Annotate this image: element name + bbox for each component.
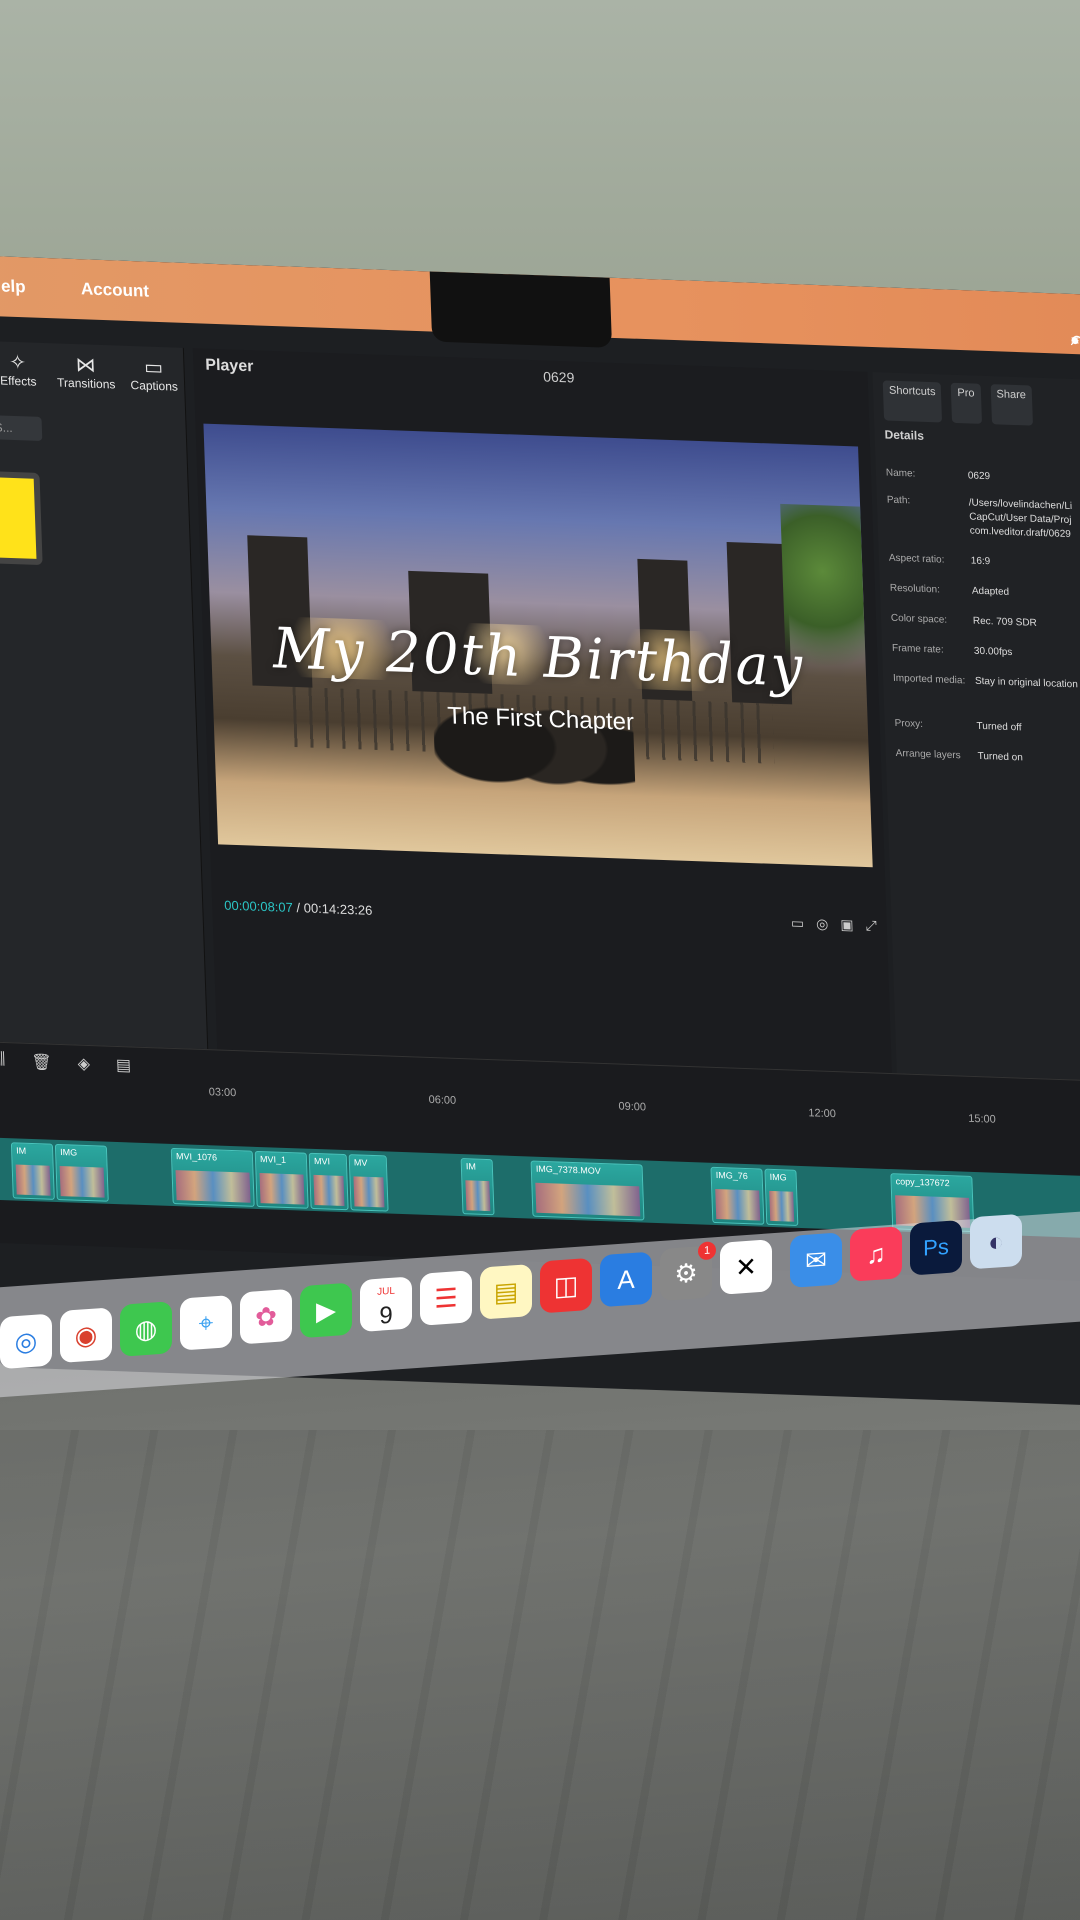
- clip-thumbnail: [769, 1190, 795, 1222]
- menu-account[interactable]: Account: [81, 279, 150, 301]
- maps-icon[interactable]: ⌖: [180, 1294, 232, 1351]
- photo-booth-icon[interactable]: ◫: [540, 1257, 592, 1314]
- captions-icon: ▭: [143, 356, 164, 380]
- clip-thumbnail: [353, 1176, 385, 1208]
- player-title: Player: [205, 356, 254, 376]
- snapshot-icon[interactable]: ◎: [816, 915, 829, 932]
- effects-icon: ✧: [8, 351, 27, 375]
- timeline-clip[interactable]: IMG: [54, 1143, 109, 1202]
- clip-thumbnail: [259, 1173, 305, 1205]
- project-name: 0629: [542, 368, 575, 386]
- timeline-clip[interactable]: IMG_7378.MOV: [530, 1160, 645, 1221]
- pro-button[interactable]: Pro: [951, 382, 982, 424]
- timeline-tools: ⫼ 🗑 ◈ ▤: [0, 1051, 131, 1076]
- photos-icon[interactable]: ✿: [240, 1288, 292, 1345]
- player-panel: Player 0629 My 20th Birthday The First C…: [192, 348, 892, 1074]
- fullscreen-icon[interactable]: ⤢: [865, 917, 877, 934]
- keyboard: [0, 1430, 1080, 1920]
- detail-row: Frame rate: 30.00fps: [891, 642, 1013, 659]
- detail-row: Color space: Rec. 709 SDR: [890, 612, 1037, 629]
- video-preview[interactable]: My 20th Birthday The First Chapter: [203, 423, 873, 868]
- timeline-clip[interactable]: IMG_76: [710, 1166, 765, 1225]
- clip-thumbnail: [15, 1164, 51, 1196]
- details-heading: Details: [884, 427, 925, 443]
- timeline-clip[interactable]: IM: [10, 1142, 55, 1200]
- capcut-icon[interactable]: ✕: [720, 1239, 772, 1295]
- share-button[interactable]: Share: [990, 384, 1033, 426]
- chrome-icon[interactable]: ◉: [60, 1307, 112, 1364]
- detail-row: Aspect ratio: 16:9: [888, 552, 991, 568]
- system-settings-icon[interactable]: ⚙ 1: [660, 1241, 716, 1302]
- notification-badge: 1: [698, 1241, 716, 1261]
- ruler-tick: 06:00: [428, 1093, 457, 1107]
- ruler-tick: 15:00: [968, 1112, 997, 1126]
- clip-thumbnail: [175, 1170, 251, 1203]
- notes-icon[interactable]: ▤: [480, 1264, 532, 1320]
- delete-icon[interactable]: 🗑: [31, 1052, 52, 1073]
- detail-row: Resolution: Adapted: [889, 582, 1010, 598]
- ruler-tick: 03:00: [208, 1086, 237, 1100]
- caption-tool-icon[interactable]: ▤: [116, 1055, 132, 1076]
- screen-share-icon[interactable]: ◐: [970, 1213, 1022, 1270]
- tool-captions[interactable]: ▭ Captions: [119, 356, 188, 394]
- ruler-tick: 09:00: [618, 1100, 647, 1114]
- safari-icon[interactable]: ◎: [0, 1313, 52, 1370]
- detail-row: Imported media: Stay in original location: [892, 672, 1078, 691]
- calendar-icon[interactable]: JUL 9: [360, 1276, 412, 1333]
- control-center-icon[interactable]: ≡: [1071, 332, 1080, 348]
- marker-icon[interactable]: ◈: [77, 1054, 90, 1074]
- media-thumbnail[interactable]: [0, 470, 43, 566]
- detail-row: Arrange layers Turned on: [895, 748, 1024, 764]
- clip-thumbnail: [535, 1182, 641, 1217]
- ruler-tick: 12:00: [808, 1107, 837, 1121]
- messages-icon[interactable]: ◍: [120, 1301, 172, 1357]
- reminders-icon[interactable]: ☰: [420, 1270, 472, 1326]
- current-time: 00:00:08:07: [223, 897, 294, 916]
- detail-row: Name: 0629: [885, 467, 991, 483]
- timecode: 00:00:08:07 / 00:14:23:26: [223, 897, 373, 918]
- search-input[interactable]: Q S...: [0, 414, 43, 441]
- shortcuts-button[interactable]: Shortcuts: [882, 380, 943, 423]
- mail-icon[interactable]: ✉: [790, 1232, 842, 1288]
- timeline-clip[interactable]: MVI_1: [254, 1150, 309, 1209]
- music-icon[interactable]: ♫: [850, 1226, 902, 1282]
- photoshop-icon[interactable]: Ps: [910, 1219, 962, 1276]
- clip-thumbnail: [313, 1174, 345, 1207]
- ratio-icon[interactable]: ▭: [791, 914, 805, 931]
- menu-help[interactable]: elp: [1, 276, 26, 297]
- player-controls: ▭ ◎ ▣ ⤢: [791, 914, 877, 934]
- timeline-clip[interactable]: MV: [348, 1154, 389, 1212]
- total-time: 00:14:23:26: [303, 900, 373, 918]
- clip-thumbnail: [59, 1166, 105, 1198]
- facetime-icon[interactable]: ▶: [300, 1282, 352, 1339]
- timeline-clip[interactable]: IM: [460, 1158, 495, 1216]
- quality-icon[interactable]: ▣: [840, 916, 854, 933]
- app-store-icon[interactable]: A: [600, 1251, 652, 1308]
- timeline-clip[interactable]: MVI_1076: [170, 1147, 255, 1207]
- tool-effects[interactable]: ✧ Effects: [0, 351, 53, 389]
- camera-notch: [429, 271, 613, 348]
- detail-row: Proxy: Turned off: [894, 717, 1022, 734]
- tool-transitions[interactable]: ⋈ Transitions: [51, 353, 120, 391]
- timeline-clip[interactable]: IMG: [764, 1168, 799, 1226]
- details-panel: Shortcuts Pro Share Details Name: 0629 Pa…: [872, 371, 1080, 1083]
- clip-thumbnail: [465, 1180, 491, 1212]
- timeline-ruler[interactable]: 03:00 06:00 09:00 12:00 15:00: [0, 1079, 1080, 1140]
- transitions-icon: ⋈: [75, 354, 97, 377]
- detail-row: Path:/Users/lovelindachen/Li: [886, 494, 1073, 513]
- clip-thumbnail: [715, 1188, 761, 1221]
- media-panel: ✧ Effects ⋈ Transitions ▭ Captions Q S..…: [0, 340, 209, 1050]
- split-icon[interactable]: ⫼: [0, 1051, 6, 1071]
- timeline-clip[interactable]: MVI: [308, 1152, 349, 1211]
